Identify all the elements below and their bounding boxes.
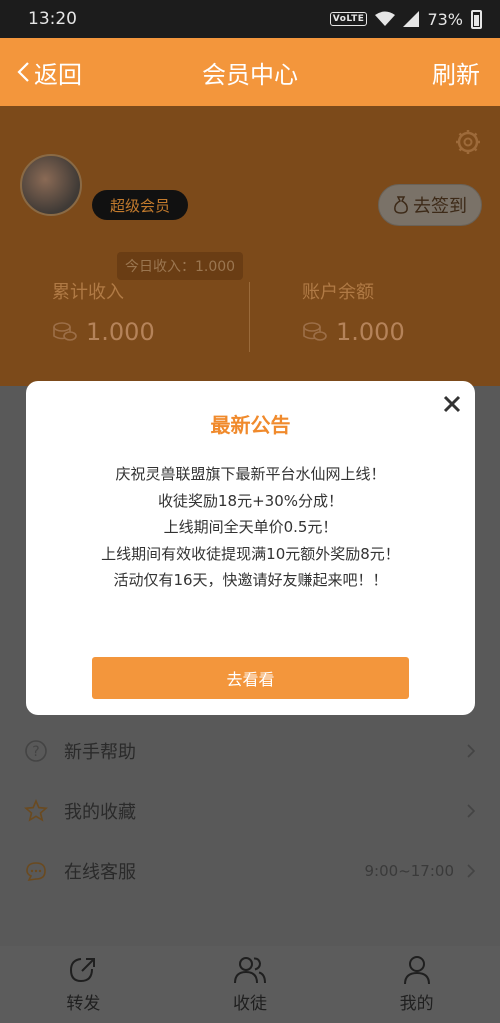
stat-value: 1.000 — [86, 318, 155, 346]
stat-value: 1.000 — [336, 318, 405, 346]
stat-divider — [249, 282, 250, 352]
profile-card: 超级会员 去签到 今日收入：1.000 累计收入 1.000 账户余额 1.00… — [0, 106, 500, 386]
menu-item-help[interactable]: ? 新手帮助 — [0, 721, 500, 781]
status-bar: 13:20 VoLTE 73% — [0, 0, 500, 38]
vip-badge: 超级会员 — [92, 190, 189, 220]
back-button[interactable]: 返回 — [16, 55, 82, 90]
nav-item-share[interactable]: 转发 — [33, 955, 133, 1014]
battery-icon — [471, 9, 482, 29]
back-label: 返回 — [34, 60, 82, 89]
announcement-line: 活动仅有16天，快邀请好友赚起来吧！！ — [113, 571, 388, 589]
chevron-right-icon — [467, 864, 476, 878]
chevron-right-icon — [467, 744, 476, 758]
view-button[interactable]: 去看看 — [92, 657, 409, 699]
signin-button[interactable]: 去签到 — [378, 184, 482, 226]
nav-item-mine[interactable]: 我的 — [367, 955, 467, 1014]
coins-icon — [53, 322, 77, 341]
announcement-body: 庆祝灵兽联盟旗下最新平台水仙网上线！ 收徒奖励18元+30%分成！ 上线期间全天… — [26, 461, 475, 594]
nav-label: 转发 — [66, 994, 101, 1014]
money-bag-icon — [394, 196, 408, 214]
today-income-pill: 今日收入：1.000 — [117, 252, 244, 280]
refresh-button[interactable]: 刷新 — [432, 55, 480, 90]
total-income-stat: 累计收入 1.000 — [52, 278, 252, 346]
chevron-right-icon — [467, 804, 476, 818]
menu-item-hours: 9:00~17:00 — [364, 862, 454, 880]
status-time: 13:20 — [28, 9, 77, 29]
share-icon — [70, 958, 96, 983]
chevron-left-icon — [17, 62, 29, 82]
question-icon: ? — [25, 740, 47, 762]
nav-item-recruit[interactable]: 收徒 — [200, 955, 300, 1014]
announcement-modal: 最新公告 庆祝灵兽联盟旗下最新平台水仙网上线！ 收徒奖励18元+30%分成！ 上… — [26, 381, 475, 715]
menu-item-support[interactable]: 在线客服 9:00~17:00 — [0, 841, 500, 901]
announcement-line: 庆祝灵兽联盟旗下最新平台水仙网上线！ — [115, 465, 386, 483]
stat-label: 账户余额 — [302, 282, 374, 303]
modal-title: 最新公告 — [210, 413, 291, 437]
menu-item-favorites[interactable]: 我的收藏 — [0, 781, 500, 841]
announcement-line: 收徒奖励18元+30%分成！ — [158, 491, 343, 510]
balance-stat: 账户余额 1.000 — [302, 278, 500, 346]
bottom-nav: 转发 收徒 我的 — [0, 946, 500, 1023]
star-icon — [24, 799, 48, 822]
users-icon — [233, 957, 266, 984]
chat-icon — [26, 862, 46, 882]
app-header: 返回 会员中心 刷新 — [0, 38, 500, 106]
avatar[interactable] — [20, 154, 82, 216]
user-icon — [403, 956, 430, 985]
announcement-line: 上线期间全天单价0.5元！ — [163, 518, 338, 536]
signin-label: 去签到 — [413, 196, 467, 217]
menu-item-label: 在线客服 — [64, 862, 136, 883]
stat-label: 累计收入 — [52, 282, 124, 303]
nav-label: 我的 — [399, 994, 434, 1014]
gear-icon[interactable] — [454, 128, 482, 156]
wifi-icon — [375, 11, 396, 26]
signal-icon — [403, 11, 420, 27]
coins-icon — [303, 322, 327, 341]
nav-label: 收徒 — [232, 994, 267, 1014]
svg-text:?: ? — [32, 744, 39, 760]
announcement-line: 上线期间有效收徒提现满10元额外奖励8元！ — [101, 544, 400, 563]
volte-badge: VoLTE — [329, 12, 368, 26]
menu-item-label: 新手帮助 — [64, 742, 136, 763]
menu-item-label: 我的收藏 — [64, 802, 136, 823]
status-icons: VoLTE 73% — [329, 9, 482, 29]
battery-percent: 73% — [427, 9, 463, 29]
